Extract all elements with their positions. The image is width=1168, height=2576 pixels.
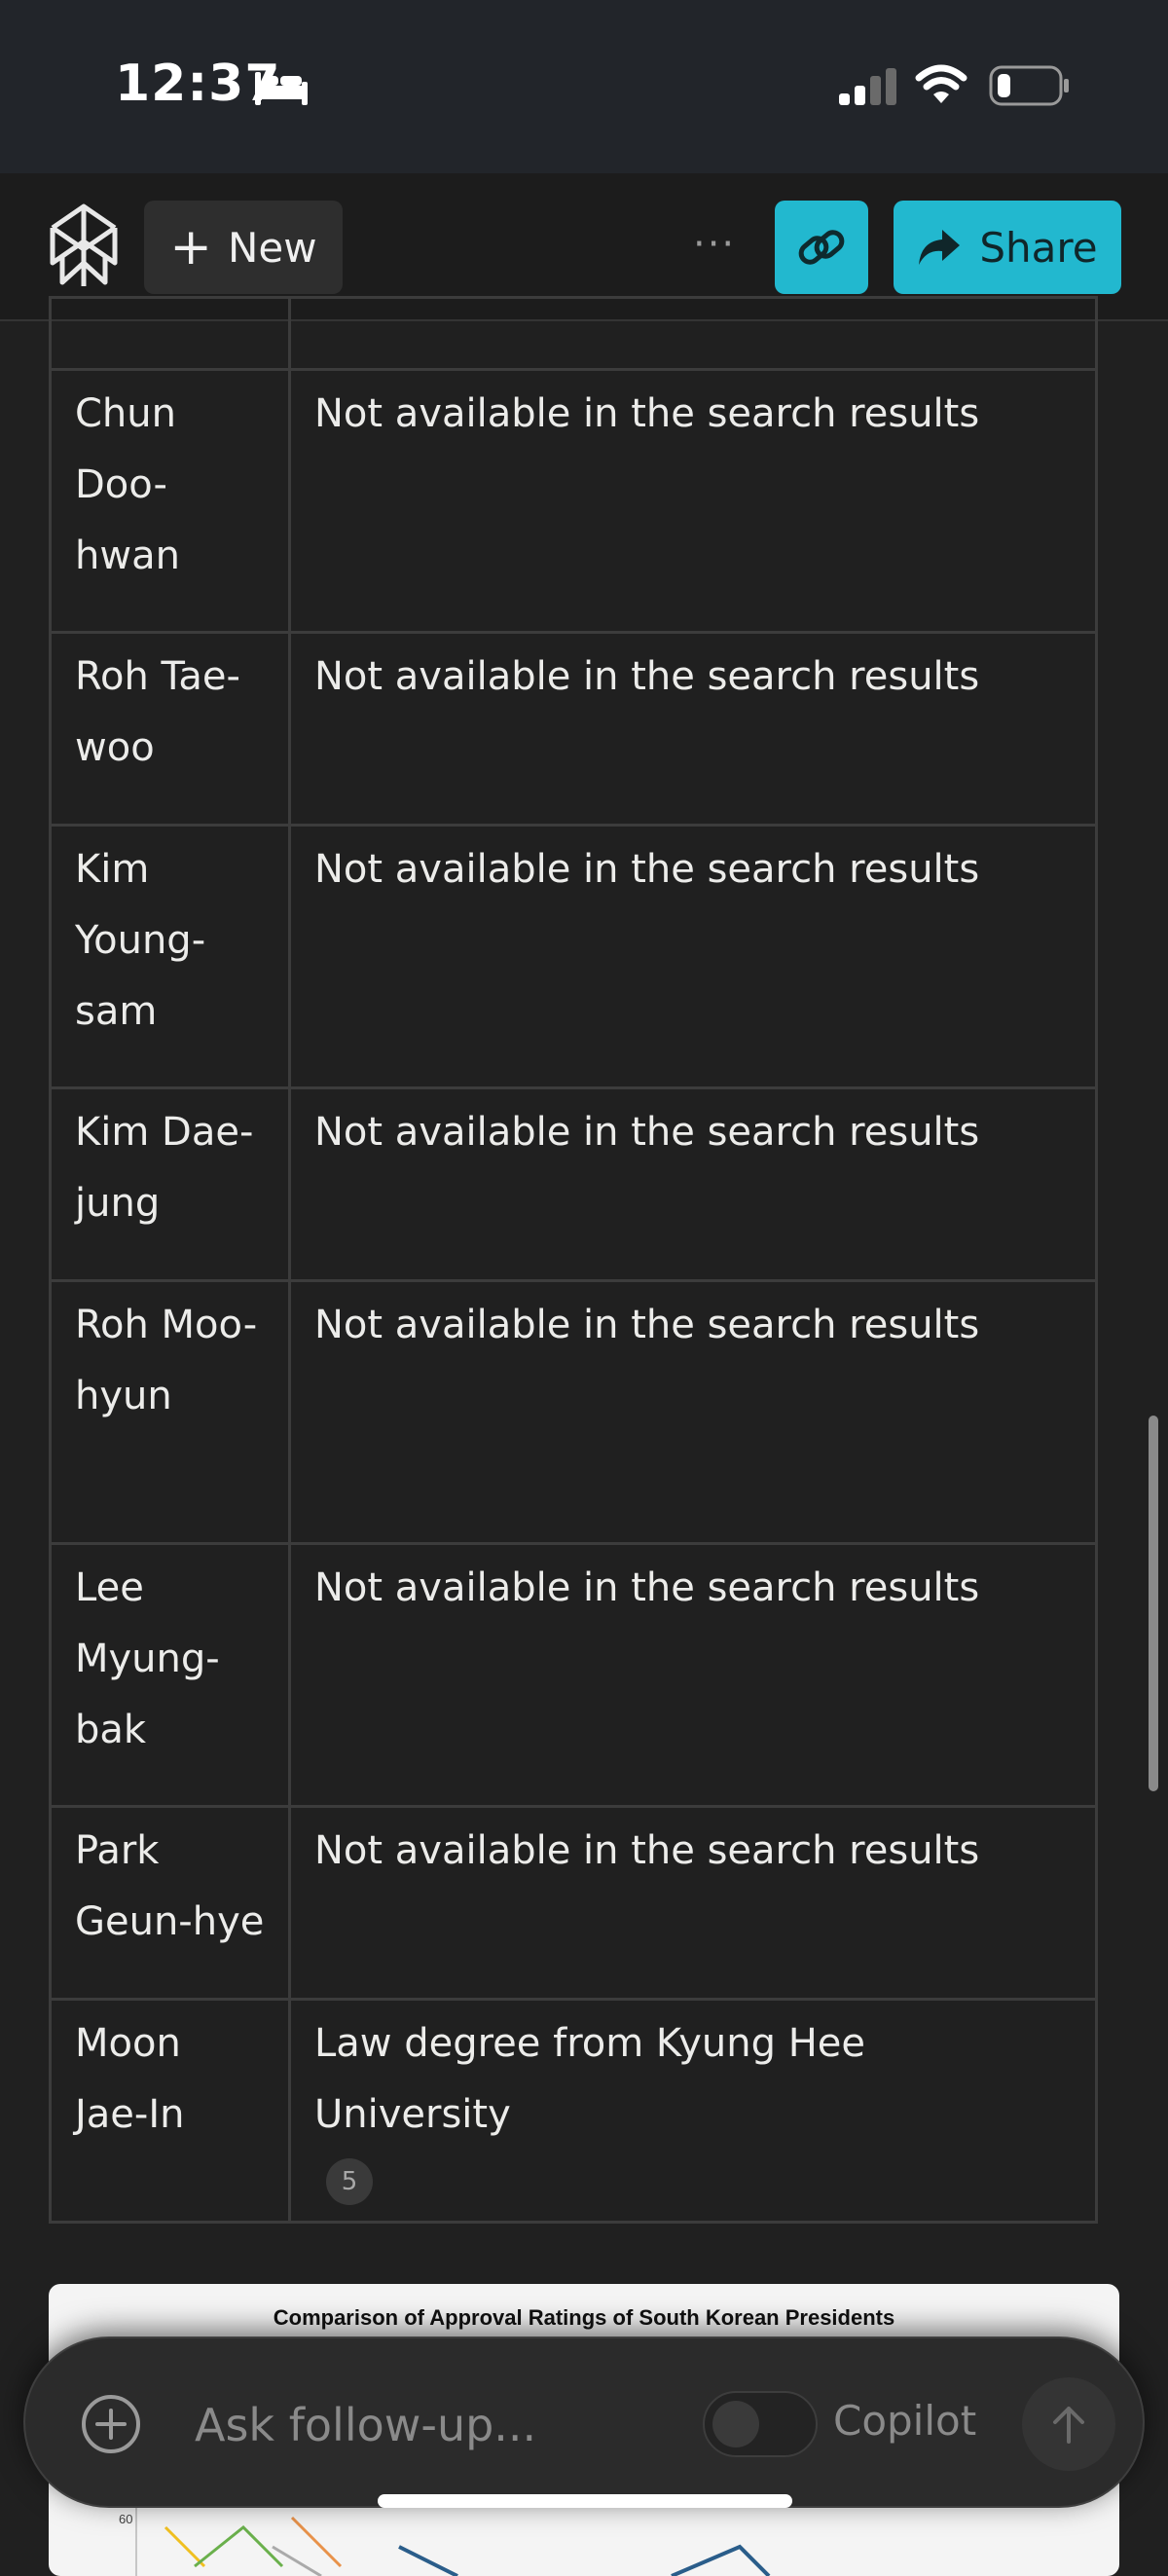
education-detail-cell: Law degree from Kyung Hee University 5 bbox=[288, 1998, 1098, 2224]
follow-up-input[interactable] bbox=[193, 2389, 683, 2461]
series-line bbox=[164, 2525, 206, 2568]
send-button[interactable] bbox=[1022, 2377, 1115, 2471]
battery-icon bbox=[989, 65, 1069, 106]
education-detail: Not available in the search results bbox=[288, 1805, 1098, 2001]
citation-badge[interactable]: 5 bbox=[326, 2158, 373, 2205]
president-name: Kim Dae-jung bbox=[49, 1086, 291, 1282]
wifi-icon bbox=[915, 64, 967, 103]
president-name: Park Geun-hye bbox=[49, 1805, 291, 2001]
status-bar: 12:37 bbox=[0, 0, 1168, 173]
president-name: Roh Tae-woo bbox=[49, 631, 291, 827]
president-name: Roh Moo-hyun bbox=[49, 1279, 291, 1545]
table-row: Park Geun-hye Not available in the searc… bbox=[49, 1805, 1098, 2001]
follow-up-composer: Copilot bbox=[23, 2337, 1145, 2508]
scrollbar[interactable] bbox=[1149, 1416, 1158, 1791]
table-row: Chun Doo-hwan Not available in the searc… bbox=[49, 368, 1098, 634]
home-indicator[interactable] bbox=[378, 2494, 792, 2508]
share-button-label: Share bbox=[979, 223, 1098, 272]
president-name: Moon Jae-In bbox=[49, 1998, 291, 2224]
share-button[interactable]: Share bbox=[894, 201, 1121, 294]
attach-icon[interactable] bbox=[80, 2393, 142, 2455]
bed-icon bbox=[255, 72, 308, 105]
table-row: Roh Tae-woo Not available in the search … bbox=[49, 631, 1098, 827]
new-thread-button[interactable]: + New bbox=[144, 201, 343, 294]
education-detail: Not available in the search results bbox=[288, 631, 1098, 827]
copy-link-button[interactable] bbox=[775, 201, 868, 294]
table-row: Lee Myung-bak Not available in the searc… bbox=[49, 1542, 1098, 1808]
toggle-knob bbox=[712, 2401, 759, 2447]
new-button-label: New bbox=[227, 223, 317, 272]
link-icon bbox=[798, 230, 845, 265]
perplexity-logo-icon[interactable] bbox=[47, 202, 121, 290]
series-line bbox=[671, 2544, 771, 2576]
table-row: Kim Young-sam Not available in the searc… bbox=[49, 824, 1098, 1089]
table-row: Roh Moo-hyun Not available in the search… bbox=[49, 1279, 1098, 1545]
send-arrow-icon bbox=[1053, 2407, 1084, 2444]
series-line bbox=[290, 2516, 343, 2568]
share-arrow-icon bbox=[919, 230, 961, 265]
series-line bbox=[272, 2545, 322, 2576]
series-line bbox=[398, 2545, 458, 2576]
education-detail: Not available in the search results bbox=[288, 824, 1098, 1089]
president-name: Lee Myung-bak bbox=[49, 1542, 291, 1808]
copilot-toggle[interactable] bbox=[703, 2391, 818, 2457]
copilot-label: Copilot bbox=[833, 2397, 977, 2445]
y-axis-tick-label: 60 bbox=[119, 2512, 132, 2526]
education-table: Chun Doo-hwan Not available in the searc… bbox=[49, 296, 1098, 2224]
table-row: Kim Dae-jung Not available in the search… bbox=[49, 1086, 1098, 1282]
education-detail: Law degree from Kyung Hee University bbox=[314, 2021, 866, 2137]
education-detail: Not available in the search results bbox=[288, 1279, 1098, 1545]
education-detail: Not available in the search results bbox=[288, 1542, 1098, 1808]
series-line bbox=[194, 2524, 284, 2568]
president-name: Chun Doo-hwan bbox=[49, 368, 291, 634]
table-row: Moon Jae-In Law degree from Kyung Hee Un… bbox=[49, 1998, 1098, 2224]
table-row-partial bbox=[49, 296, 1098, 371]
education-detail: Not available in the search results bbox=[288, 368, 1098, 634]
plus-icon: + bbox=[169, 218, 212, 276]
education-detail: Not available in the search results bbox=[288, 1086, 1098, 1282]
more-icon[interactable]: ··· bbox=[693, 222, 736, 271]
signal-icon bbox=[839, 68, 896, 105]
president-name: Kim Young-sam bbox=[49, 824, 291, 1089]
